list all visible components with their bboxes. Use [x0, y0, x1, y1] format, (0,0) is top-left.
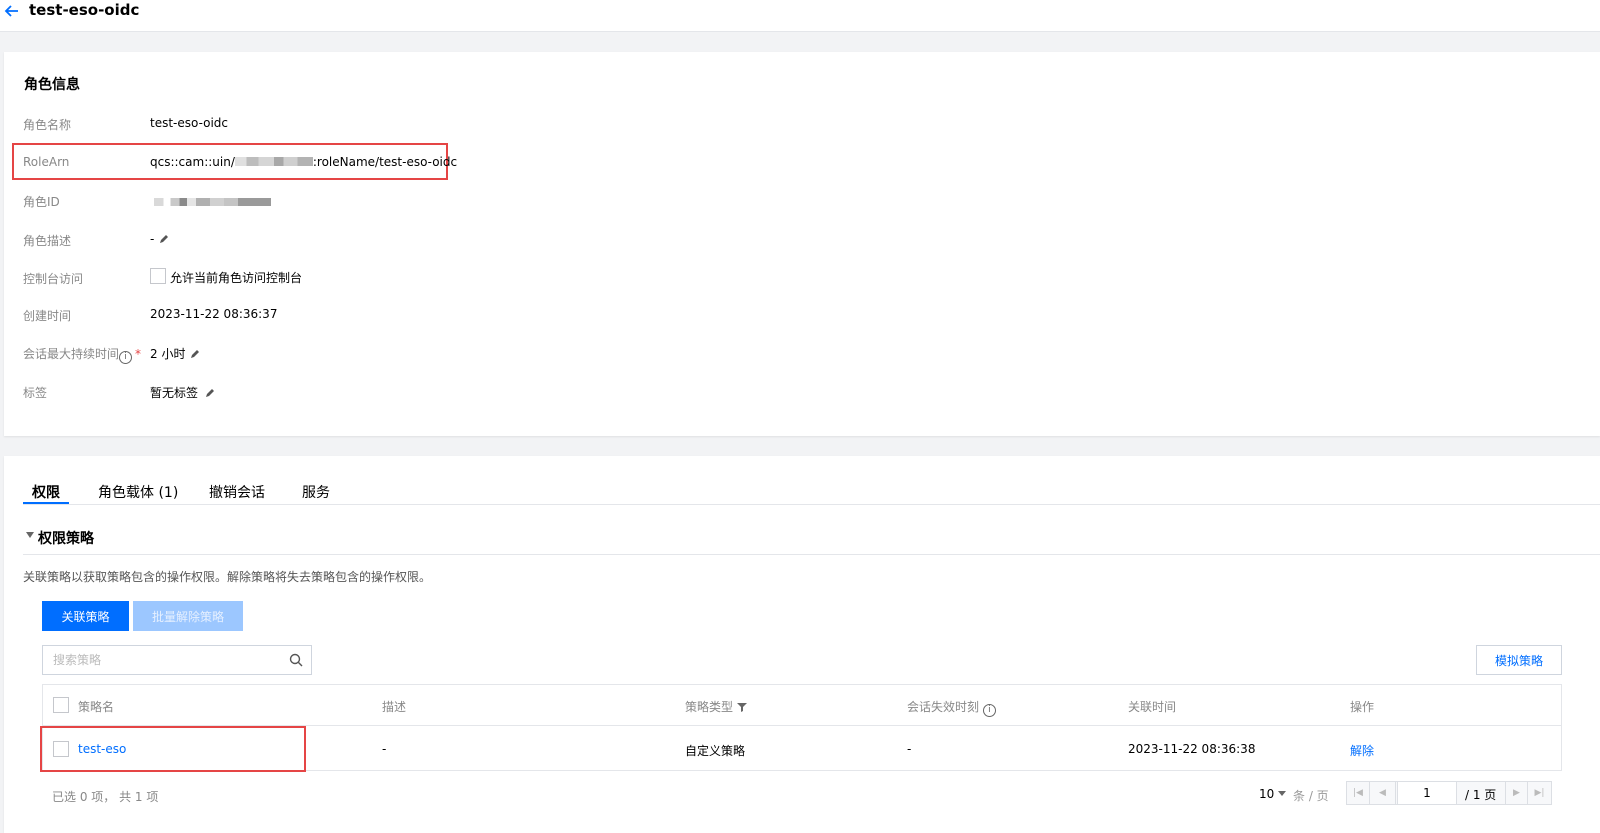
- tab-services[interactable]: 服务: [302, 482, 330, 502]
- prev-page-icon[interactable]: ◀: [1370, 782, 1396, 804]
- detach-policy-link[interactable]: 解除: [1350, 742, 1374, 759]
- policy-section-title: 权限策略: [38, 531, 94, 547]
- section-title-role-info: 角色信息: [24, 77, 80, 93]
- edit-tags-pencil-icon[interactable]: [204, 387, 216, 399]
- column-header-session-expiry: 会话失效时刻 i: [907, 698, 996, 717]
- select-all-checkbox[interactable]: [53, 697, 69, 713]
- info-icon[interactable]: i: [982, 704, 996, 717]
- role-arn-suffix: :roleName/test-eso-oidc: [312, 155, 458, 169]
- column-header-description: 描述: [382, 700, 407, 714]
- section-divider: [23, 554, 1600, 555]
- role-name-label: 角色名称: [23, 118, 72, 132]
- edit-session-duration-pencil-icon[interactable]: [189, 348, 201, 360]
- page-number-input[interactable]: [1397, 782, 1457, 804]
- required-asterisk: *: [135, 347, 142, 361]
- policy-description-cell: -: [382, 742, 387, 756]
- policy-section-description: 关联策略以获取策略包含的操作权限。解除策略将失去策略包含的操作权限。: [23, 570, 432, 584]
- next-page-icon[interactable]: ▶: [1505, 782, 1528, 804]
- page-size-select[interactable]: 10: [1259, 787, 1287, 801]
- role-description-value: -: [150, 232, 170, 246]
- active-tab-indicator: [23, 502, 69, 504]
- role-description-label: 角色描述: [23, 234, 72, 248]
- associated-time-cell: 2023-11-22 08:36:38: [1128, 742, 1256, 756]
- tab-revoke-sessions[interactable]: 撤销会话: [209, 482, 265, 502]
- redacted-role-id: [154, 198, 271, 206]
- console-access-label: 控制台访问: [23, 272, 84, 286]
- policy-type-header-text: 策略类型: [685, 700, 734, 714]
- tab-permissions[interactable]: 权限: [32, 482, 60, 502]
- role-name-value: test-eso-oidc: [150, 116, 229, 130]
- page-size-value: 10: [1259, 787, 1275, 801]
- session-duration-text: 2 小时: [150, 347, 186, 361]
- created-time-value: 2023-11-22 08:36:37: [150, 307, 278, 321]
- role-description-text: -: [150, 232, 155, 246]
- created-time-label: 创建时间: [23, 309, 72, 323]
- console-access-checkbox[interactable]: [150, 268, 166, 284]
- session-duration-value: 2 小时: [150, 345, 201, 362]
- role-info-card: 角色信息 角色名称 test-eso-oidc RoleArn qcs::cam…: [4, 52, 1600, 436]
- search-icon[interactable]: [289, 653, 303, 667]
- page-size-unit: 条 / 页: [1293, 789, 1329, 803]
- search-input[interactable]: [53, 652, 273, 668]
- session-duration-label: 会话最大持续时间 i *: [23, 345, 141, 364]
- batch-detach-policy-button[interactable]: 批量解除策略: [133, 601, 243, 631]
- search-box: [42, 645, 312, 675]
- role-id-label: 角色ID: [23, 195, 60, 209]
- selection-summary: 已选 0 项， 共 1 项: [52, 790, 159, 804]
- pagination: |◀ ◀ / 1 页 ▶ ▶|: [1346, 781, 1552, 805]
- session-expiry-cell: -: [907, 742, 912, 756]
- tab-role-carriers[interactable]: 角色载体 (1): [98, 482, 178, 502]
- redacted-uin: [234, 157, 313, 166]
- associate-policy-button[interactable]: 关联策略: [42, 601, 129, 631]
- role-arn-value: qcs::cam::uin/ :roleName/test-eso-oidc: [150, 155, 457, 169]
- last-page-icon[interactable]: ▶|: [1528, 782, 1551, 804]
- role-arn-prefix: qcs::cam::uin/: [150, 155, 235, 169]
- column-header-actions: 操作: [1350, 700, 1375, 714]
- column-header-policy-type[interactable]: 策略类型: [685, 698, 748, 715]
- policy-type-cell: 自定义策略: [685, 744, 746, 758]
- edit-description-pencil-icon[interactable]: [158, 233, 170, 245]
- total-pages: / 1 页: [1465, 788, 1497, 802]
- column-header-associated-time: 关联时间: [1128, 700, 1177, 714]
- info-icon[interactable]: i: [119, 351, 133, 364]
- console-access-checkbox-label: 允许当前角色访问控制台: [170, 271, 303, 285]
- permissions-card: 权限 角色载体 (1) 撤销会话 服务 权限策略 关联策略以获取策略包含的操作权…: [4, 456, 1600, 833]
- tags-value: 暂无标签: [150, 384, 216, 401]
- tags-text: 暂无标签: [150, 386, 199, 400]
- role-arn-label: RoleArn: [23, 155, 70, 169]
- top-bar: test-eso-oidc: [0, 0, 1600, 32]
- column-header-policy-name: 策略名: [78, 700, 115, 714]
- tab-divider: [23, 504, 1600, 505]
- session-expiry-header-text: 会话失效时刻: [907, 700, 980, 714]
- policy-row-highlight-box: [40, 726, 306, 772]
- tags-label: 标签: [23, 386, 48, 400]
- chevron-down-icon: [1278, 791, 1287, 796]
- back-arrow-icon[interactable]: [4, 3, 20, 19]
- page-title: test-eso-oidc: [29, 1, 140, 19]
- collapse-caret-icon[interactable]: [26, 532, 34, 538]
- first-page-icon[interactable]: |◀: [1347, 782, 1370, 804]
- simulate-policy-button[interactable]: 模拟策略: [1476, 645, 1562, 675]
- session-duration-label-text: 会话最大持续时间: [23, 347, 120, 361]
- filter-icon[interactable]: [737, 702, 748, 712]
